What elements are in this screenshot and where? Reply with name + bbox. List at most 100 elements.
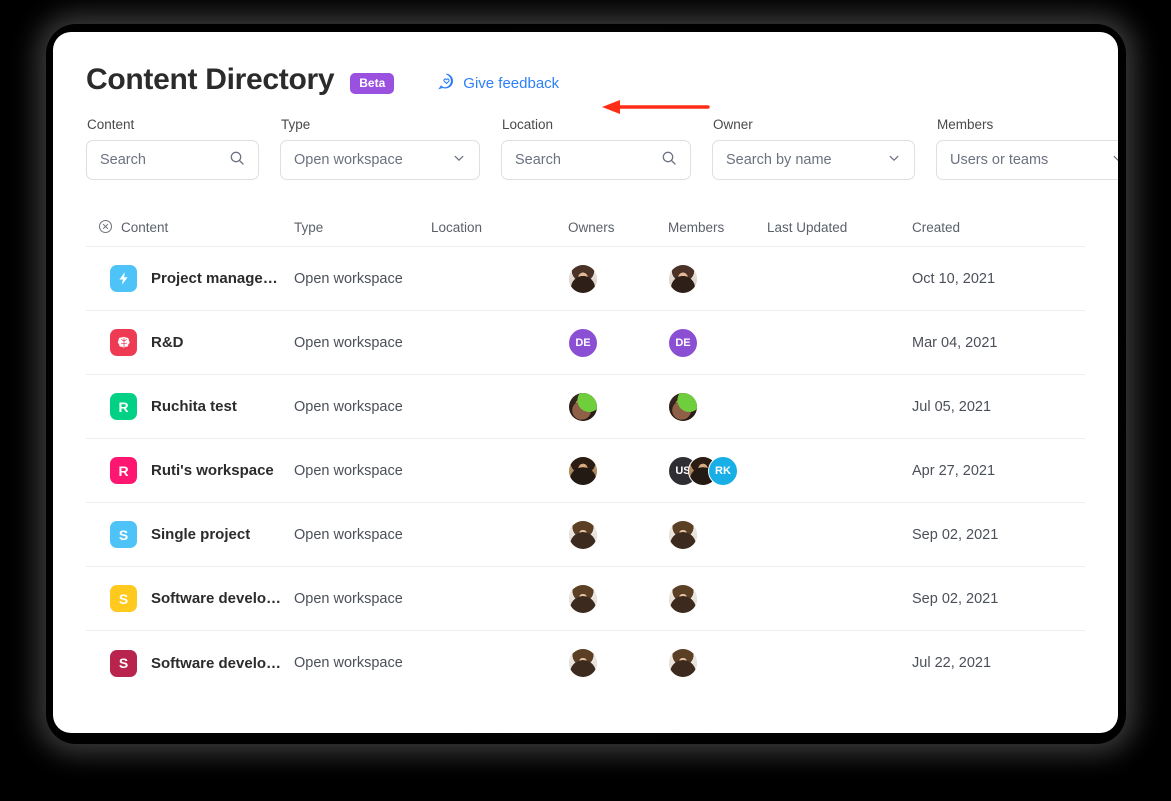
chevron-down-icon — [887, 151, 901, 170]
column-header-last-updated[interactable]: Last Updated — [767, 220, 912, 235]
cell-owners — [568, 583, 668, 614]
cell-members — [668, 263, 767, 294]
cell-content[interactable]: S Single project — [86, 521, 294, 548]
row-title: Software develo… — [151, 590, 282, 607]
avatar-initials: DE — [675, 336, 691, 349]
workspace-icon-letter: R — [118, 398, 129, 415]
cell-members: DE — [668, 327, 767, 358]
column-header-members[interactable]: Members — [668, 220, 767, 235]
filter-label-location: Location — [502, 117, 554, 132]
row-title: Project manage… — [151, 270, 278, 287]
table-row[interactable]: Project manage… Open workspace Oct 10, 202… — [86, 247, 1085, 311]
avatar[interactable] — [668, 583, 698, 614]
avatar[interactable]: DE — [668, 327, 698, 358]
give-feedback-link[interactable]: Give feedback — [438, 73, 559, 94]
row-title: Ruti's workspace — [151, 462, 274, 479]
table-body: Project manage… Open workspace Oct 10, 202… — [86, 247, 1085, 695]
owner-avatars — [568, 648, 598, 678]
member-avatars — [668, 391, 698, 422]
owner-select-value: Search by name — [726, 152, 832, 168]
column-header-created[interactable]: Created — [912, 220, 1032, 235]
cell-content[interactable]: Project manage… — [86, 265, 294, 292]
chevron-down-icon — [452, 151, 466, 170]
cell-members: US RK — [668, 455, 767, 486]
column-header-content[interactable]: Content — [86, 219, 294, 237]
avatar[interactable] — [668, 519, 698, 550]
table-row[interactable]: S Single project Open workspace Sep 02, 202… — [86, 503, 1085, 567]
cell-members — [668, 391, 767, 422]
avatar[interactable] — [568, 263, 598, 294]
filter-group-members: Members Users or teams — [936, 117, 1118, 180]
cell-content[interactable]: R&D — [86, 329, 294, 356]
cell-content[interactable]: S Software develo… — [86, 585, 294, 612]
member-avatars — [668, 583, 698, 614]
column-header-owners[interactable]: Owners — [568, 220, 668, 235]
brain-icon — [110, 329, 137, 356]
content-search-input[interactable]: Search — [86, 140, 259, 180]
filter-label-content: Content — [87, 117, 135, 132]
avatar[interactable] — [568, 583, 598, 614]
column-header-type[interactable]: Type — [294, 220, 431, 235]
avatar[interactable]: DE — [568, 327, 598, 358]
avatar[interactable] — [568, 455, 598, 486]
cell-content[interactable]: S Software develo… — [86, 649, 294, 677]
avatar[interactable] — [668, 648, 698, 678]
filter-group-content: Content Search — [86, 117, 259, 180]
owner-avatars: DE — [568, 327, 598, 358]
cell-content[interactable]: R Ruti's workspace — [86, 457, 294, 484]
column-header-content-label: Content — [121, 220, 169, 235]
members-select[interactable]: Users or teams — [936, 140, 1118, 180]
members-select-value: Users or teams — [950, 152, 1049, 168]
avatar[interactable] — [668, 391, 698, 422]
letter-icon: S — [110, 649, 137, 677]
letter-icon: S — [110, 585, 137, 612]
table-row[interactable]: R&D Open workspace DE DE Mar 04, 2021 — [86, 311, 1085, 375]
owner-avatars — [568, 391, 598, 422]
owner-select[interactable]: Search by name — [712, 140, 915, 180]
table-row[interactable]: R Ruti's workspace Open workspace US RK Apr 2… — [86, 439, 1085, 503]
lightning-bolt-icon — [110, 265, 137, 292]
cell-owners — [568, 455, 668, 486]
content-table: Content Type Location Owners Members Las… — [53, 209, 1118, 695]
filter-bar: Content Search Type Open workspace Locat… — [53, 98, 1118, 180]
filter-label-members: Members — [937, 117, 994, 132]
table-row[interactable]: S Software develo… Open workspace Jul 22, 2… — [86, 631, 1085, 695]
search-icon — [661, 150, 677, 171]
workspace-icon-letter: S — [118, 655, 129, 671]
avatar[interactable] — [568, 391, 598, 422]
letter-icon: S — [110, 521, 137, 548]
avatar[interactable] — [568, 648, 598, 678]
workspace-icon-letter: S — [118, 590, 129, 607]
location-search-input[interactable]: Search — [501, 140, 691, 180]
avatar[interactable] — [568, 519, 598, 550]
filter-group-type: Type Open workspace — [280, 117, 480, 180]
cell-created: Jul 22, 2021 — [912, 655, 992, 671]
speech-bubble-heart-icon — [438, 73, 455, 94]
cell-members — [668, 519, 767, 550]
row-title: R&D — [151, 334, 184, 351]
type-select-value: Open workspace — [294, 152, 403, 168]
letter-icon: R — [110, 457, 137, 484]
type-select[interactable]: Open workspace — [280, 140, 480, 180]
avatar[interactable]: RK — [708, 455, 738, 486]
avatar-initials: RK — [715, 464, 731, 477]
table-row[interactable]: R Ruchita test Open workspace Jul 05, 2021 — [86, 375, 1085, 439]
member-avatars — [668, 519, 698, 550]
cell-owners — [568, 263, 668, 294]
cell-type: Open workspace — [294, 334, 403, 351]
cell-content[interactable]: R Ruchita test — [86, 393, 294, 420]
cell-created: Sep 02, 2021 — [912, 526, 999, 543]
table-row[interactable]: S Software develo… Open workspace Sep 02, 2… — [86, 567, 1085, 631]
cell-type: Open workspace — [294, 590, 403, 607]
cell-type: Open workspace — [294, 655, 403, 671]
cell-created: Sep 02, 2021 — [912, 590, 999, 607]
member-avatars: US RK — [668, 455, 738, 486]
filter-label-owner: Owner — [713, 117, 753, 132]
column-header-location[interactable]: Location — [431, 220, 568, 235]
search-icon — [229, 150, 245, 171]
beta-badge: Beta — [350, 72, 395, 94]
filter-group-location: Location Search — [501, 117, 691, 180]
location-search-value: Search — [515, 152, 561, 168]
avatar[interactable] — [668, 263, 698, 294]
circle-x-icon[interactable] — [98, 219, 113, 237]
